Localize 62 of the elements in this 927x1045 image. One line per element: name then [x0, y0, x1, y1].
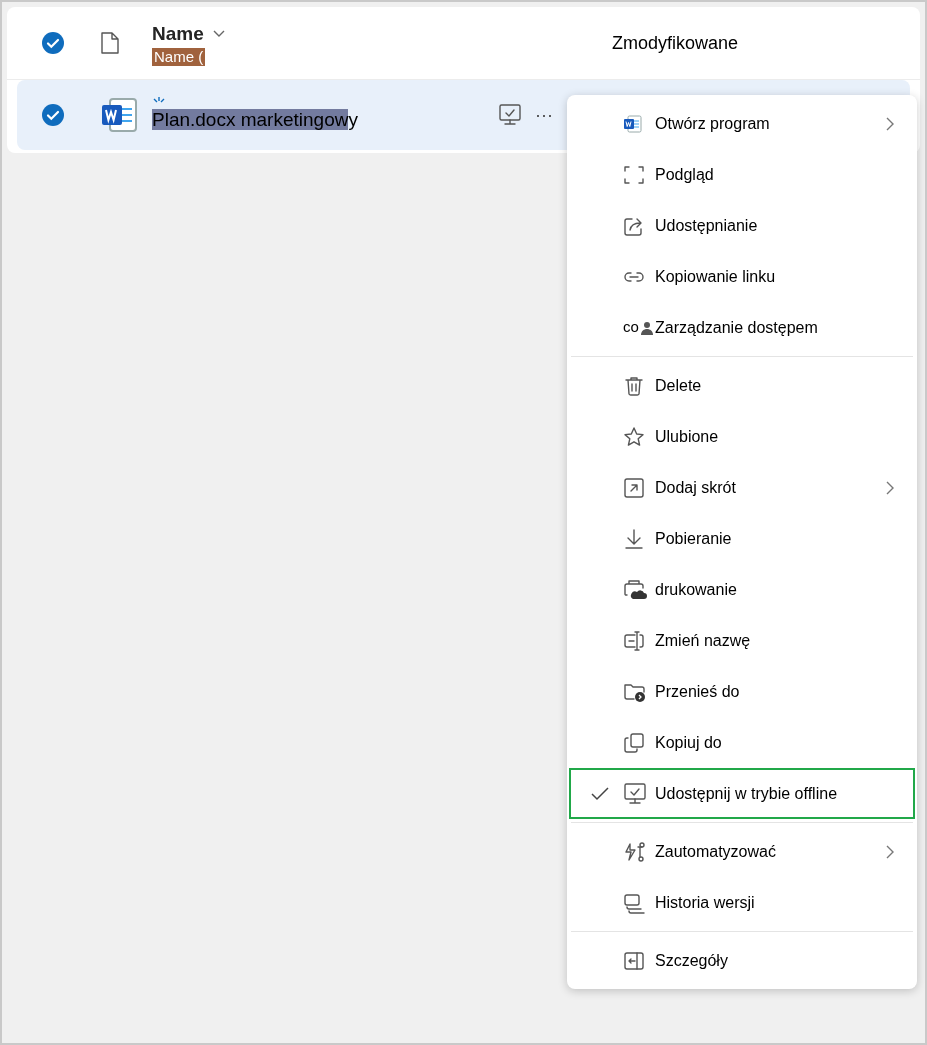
preview-icon — [623, 163, 645, 186]
document-icon — [100, 95, 140, 135]
column-header[interactable]: Zmodyfikowane — [612, 29, 739, 57]
chevron-right-icon — [885, 844, 895, 859]
details-icon — [623, 950, 645, 971]
menu-item[interactable]: Szczegóły — [569, 935, 915, 986]
menu-item[interactable]: Historia wersji — [569, 877, 915, 928]
menu-item-label: Podgląd — [655, 164, 715, 185]
menu-item-label: Otwórz program — [655, 113, 771, 134]
menu-item-label: Pobieranie — [655, 528, 733, 549]
menu-item[interactable]: Ulubione — [569, 411, 915, 462]
menu-item-label: Zarządzanie dostępem — [655, 317, 819, 338]
menu-item[interactable]: Delete — [569, 360, 915, 411]
menu-item[interactable]: Dodaj skrót — [569, 462, 915, 513]
checkmark-icon — [591, 786, 609, 801]
menu-item[interactable]: Udostępnianie — [569, 200, 915, 251]
document-icon — [623, 113, 643, 134]
download-icon — [623, 527, 645, 550]
chevron-right-icon — [885, 480, 895, 495]
people-icon — [638, 319, 655, 336]
menu-item[interactable]: Pobieranie — [569, 513, 915, 564]
menu-item-label: Dodaj skrót — [655, 477, 737, 498]
translation-tag: Name ( — [152, 48, 206, 67]
automate-icon — [623, 840, 647, 863]
menu-item[interactable]: co Zarządzanie dostępem — [569, 302, 915, 353]
copy-icon — [623, 731, 645, 754]
menu-item[interactable]: Zmień nazwę — [569, 615, 915, 666]
chevron-down-icon — [211, 29, 226, 39]
menu-item-label: Przenieś do — [655, 681, 741, 702]
menu-item-label: Delete — [655, 375, 703, 396]
checkbox[interactable] — [41, 31, 65, 55]
menu-item[interactable]: Kopiuj do — [569, 717, 915, 768]
monitor-check-icon[interactable] — [497, 103, 523, 127]
shortcut-icon — [623, 476, 645, 499]
versions-icon — [623, 891, 647, 914]
menu-item[interactable]: Kopiowanie linku — [569, 251, 915, 302]
trash-icon — [623, 374, 645, 397]
menu-item[interactable]: Przenieś do — [569, 666, 915, 717]
menu-item-label: Kopiowanie linku — [655, 266, 777, 287]
chevron-right-icon — [885, 116, 895, 131]
menu-item-label: Zmień nazwę — [655, 630, 752, 651]
menu-item-label: drukowanie — [655, 579, 738, 600]
menu-item-label: Historia wersji — [655, 892, 756, 913]
column-header[interactable]: Name — [152, 19, 204, 49]
file-icon — [100, 31, 120, 55]
menu-item-label: Zautomatyzować — [655, 841, 777, 862]
menu-item[interactable]: drukowanie — [569, 564, 915, 615]
menu-item-label: Udostępnianie — [655, 215, 759, 236]
checkbox[interactable] — [41, 103, 65, 127]
rename-icon — [623, 629, 645, 652]
menu-item[interactable]: Udostępnij w trybie offline — [569, 768, 915, 819]
monitor-check-icon — [623, 781, 647, 806]
menu-item-label: Kopiuj do — [655, 732, 723, 753]
menu-item-label: Szczegóły — [655, 950, 729, 971]
menu-item[interactable]: Podgląd — [569, 149, 915, 200]
star-icon — [623, 425, 645, 448]
printer-icon — [623, 578, 647, 601]
menu-item-label: Udostępnij w trybie offline — [655, 783, 839, 804]
menu-item-label: Ulubione — [655, 426, 720, 447]
item-prefix: co — [623, 317, 639, 338]
menu-item[interactable]: Zautomatyzować — [569, 826, 915, 877]
more-button[interactable]: ··· — [535, 106, 553, 124]
